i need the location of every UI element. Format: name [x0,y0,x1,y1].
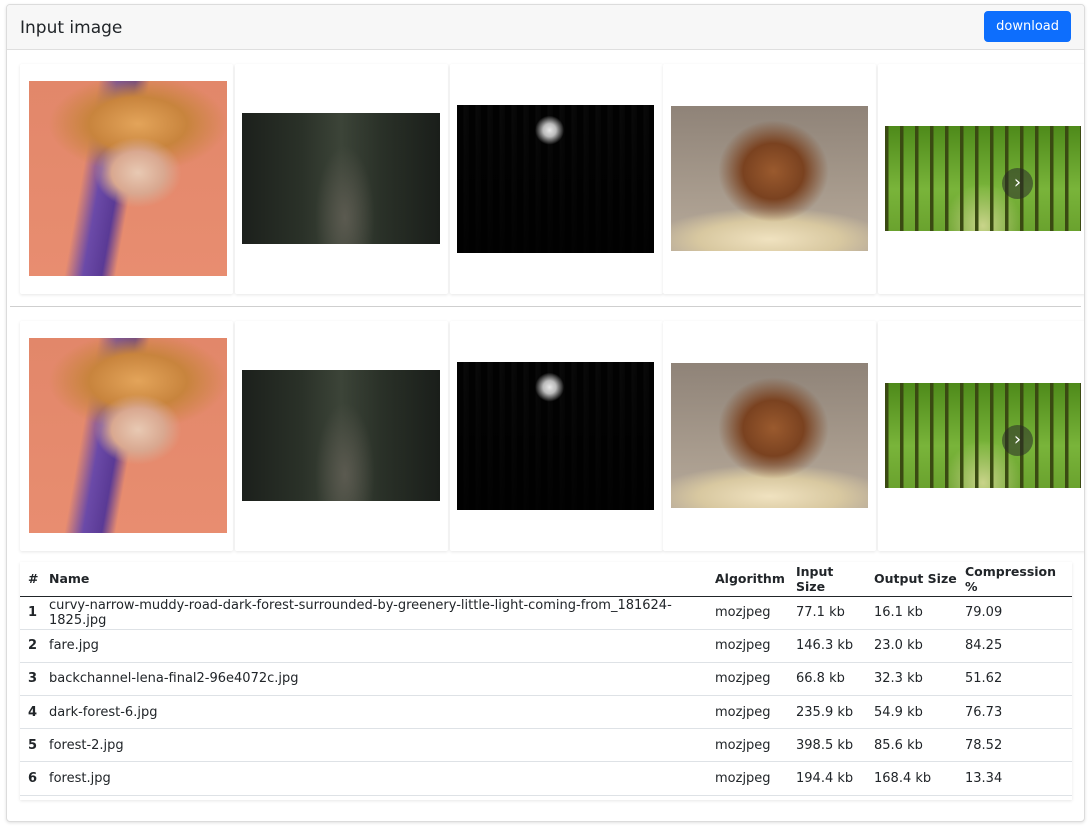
input-size: 66.8 kb [788,662,866,697]
divider [10,306,1081,307]
input-size: 146.3 kb [788,629,866,663]
column-header-compression: Compression % [957,562,1072,597]
output-size: 23.0 kb [866,629,957,663]
table-row: 6 forest.jpg mozjpeg 194.4 kb 168.4 kb 1… [20,761,1072,796]
input-image-card: Input image download › › # Name Algorith… [6,4,1085,822]
table-row: 3 backchannel-lena-final2-96e4072c.jpg m… [20,662,1072,697]
forest-road-image [242,370,440,501]
forest-road-image [242,113,440,244]
green-forest-image [885,126,1081,231]
input-size: 398.5 kb [788,728,866,763]
algorithm: mozjpeg [707,662,788,697]
compression-percent: 78.52 [957,728,1072,763]
card-title: Input image [20,18,123,38]
output-image-carousel: › [7,321,1084,551]
file-name: forest-2.jpg [41,728,707,763]
table-header-row: # Name Algorithm Input Size Output Size … [20,562,1072,597]
green-forest-image [885,383,1081,488]
input-size: 194.4 kb [788,761,866,796]
download-button[interactable]: download [984,11,1071,42]
output-size: 16.1 kb [866,596,957,630]
carousel-item[interactable] [663,64,876,294]
table-row: 4 dark-forest-6.jpg mozjpeg 235.9 kb 54.… [20,695,1072,730]
row-number: 2 [20,629,41,663]
row-number: 4 [20,695,41,730]
compression-percent: 13.34 [957,761,1072,796]
carousel-item[interactable] [235,321,448,551]
row-number: 1 [20,596,41,630]
mouse-image [671,106,868,251]
chevron-right-icon[interactable]: › [1002,425,1033,456]
lena-image [29,338,227,533]
chevron-right-icon[interactable]: › [1002,168,1033,199]
moon-forest-image [457,105,654,253]
carousel-item[interactable] [663,321,876,551]
output-size: 85.6 kb [866,728,957,763]
algorithm: mozjpeg [707,596,788,630]
algorithm: mozjpeg [707,629,788,663]
carousel-item[interactable]: › [878,321,1084,551]
column-header-number: # [20,562,41,597]
row-number: 6 [20,761,41,796]
input-image-carousel: › [7,64,1084,294]
carousel-item[interactable] [450,64,663,294]
table-row: 2 fare.jpg mozjpeg 146.3 kb 23.0 kb 84.2… [20,629,1072,663]
carousel-item[interactable] [450,321,663,551]
file-name: curvy-narrow-muddy-road-dark-forest-surr… [41,596,707,630]
row-number: 3 [20,662,41,697]
algorithm: mozjpeg [707,728,788,763]
algorithm: mozjpeg [707,695,788,730]
output-size: 168.4 kb [866,761,957,796]
table-row: 5 forest-2.jpg mozjpeg 398.5 kb 85.6 kb … [20,728,1072,763]
column-header-input-size: Input Size [788,562,866,597]
moon-forest-image [457,362,654,510]
compression-percent: 76.73 [957,695,1072,730]
file-name: dark-forest-6.jpg [41,695,707,730]
card-header: Input image download [7,5,1084,50]
compression-percent: 84.25 [957,629,1072,663]
carousel-item[interactable] [20,64,233,294]
results-table: # Name Algorithm Input Size Output Size … [20,562,1072,796]
lena-image [29,81,227,276]
file-name: forest.jpg [41,761,707,796]
results-table-container: # Name Algorithm Input Size Output Size … [20,562,1072,800]
file-name: backchannel-lena-final2-96e4072c.jpg [41,662,707,697]
mouse-image [671,363,868,508]
carousel-item[interactable] [20,321,233,551]
file-name: fare.jpg [41,629,707,663]
column-header-name: Name [41,562,707,597]
input-size: 235.9 kb [788,695,866,730]
carousel-item[interactable]: › [878,64,1084,294]
row-number: 5 [20,728,41,763]
output-size: 54.9 kb [866,695,957,730]
algorithm: mozjpeg [707,761,788,796]
column-header-algorithm: Algorithm [707,562,788,597]
input-size: 77.1 kb [788,596,866,630]
compression-percent: 51.62 [957,662,1072,697]
column-header-output-size: Output Size [866,562,957,597]
compression-percent: 79.09 [957,596,1072,630]
carousel-item[interactable] [235,64,448,294]
table-row: 1 curvy-narrow-muddy-road-dark-forest-su… [20,596,1072,630]
output-size: 32.3 kb [866,662,957,697]
